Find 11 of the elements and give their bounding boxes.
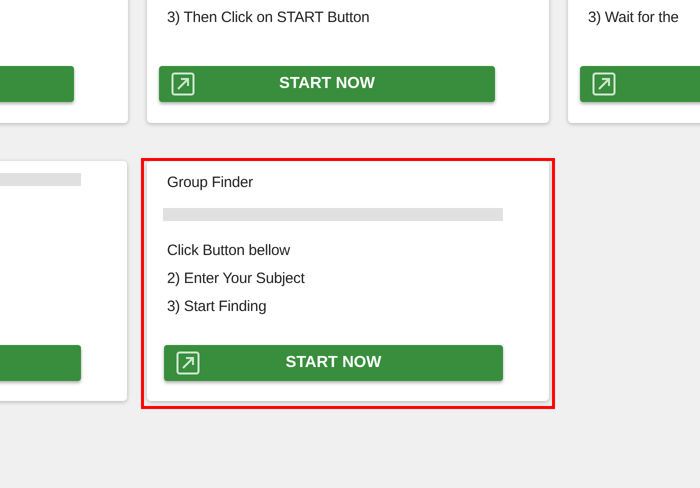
instruction-text: 3) Then Click on START Button [167, 8, 370, 28]
instruction-text: 2) Enter Your Subject [167, 269, 306, 289]
instruction-text: Click Button bellow [167, 241, 291, 261]
instruction-text: 3) Wait for the [588, 8, 680, 28]
external-link-icon [171, 72, 195, 96]
external-link-icon [176, 351, 200, 375]
instruction-text: 3) Start Finding [167, 297, 268, 317]
start-now-button[interactable]: START NOW [164, 345, 503, 381]
start-now-button[interactable]: START NOW [159, 66, 495, 102]
card-title: Group Finder [167, 173, 254, 193]
external-link-icon [592, 72, 616, 96]
